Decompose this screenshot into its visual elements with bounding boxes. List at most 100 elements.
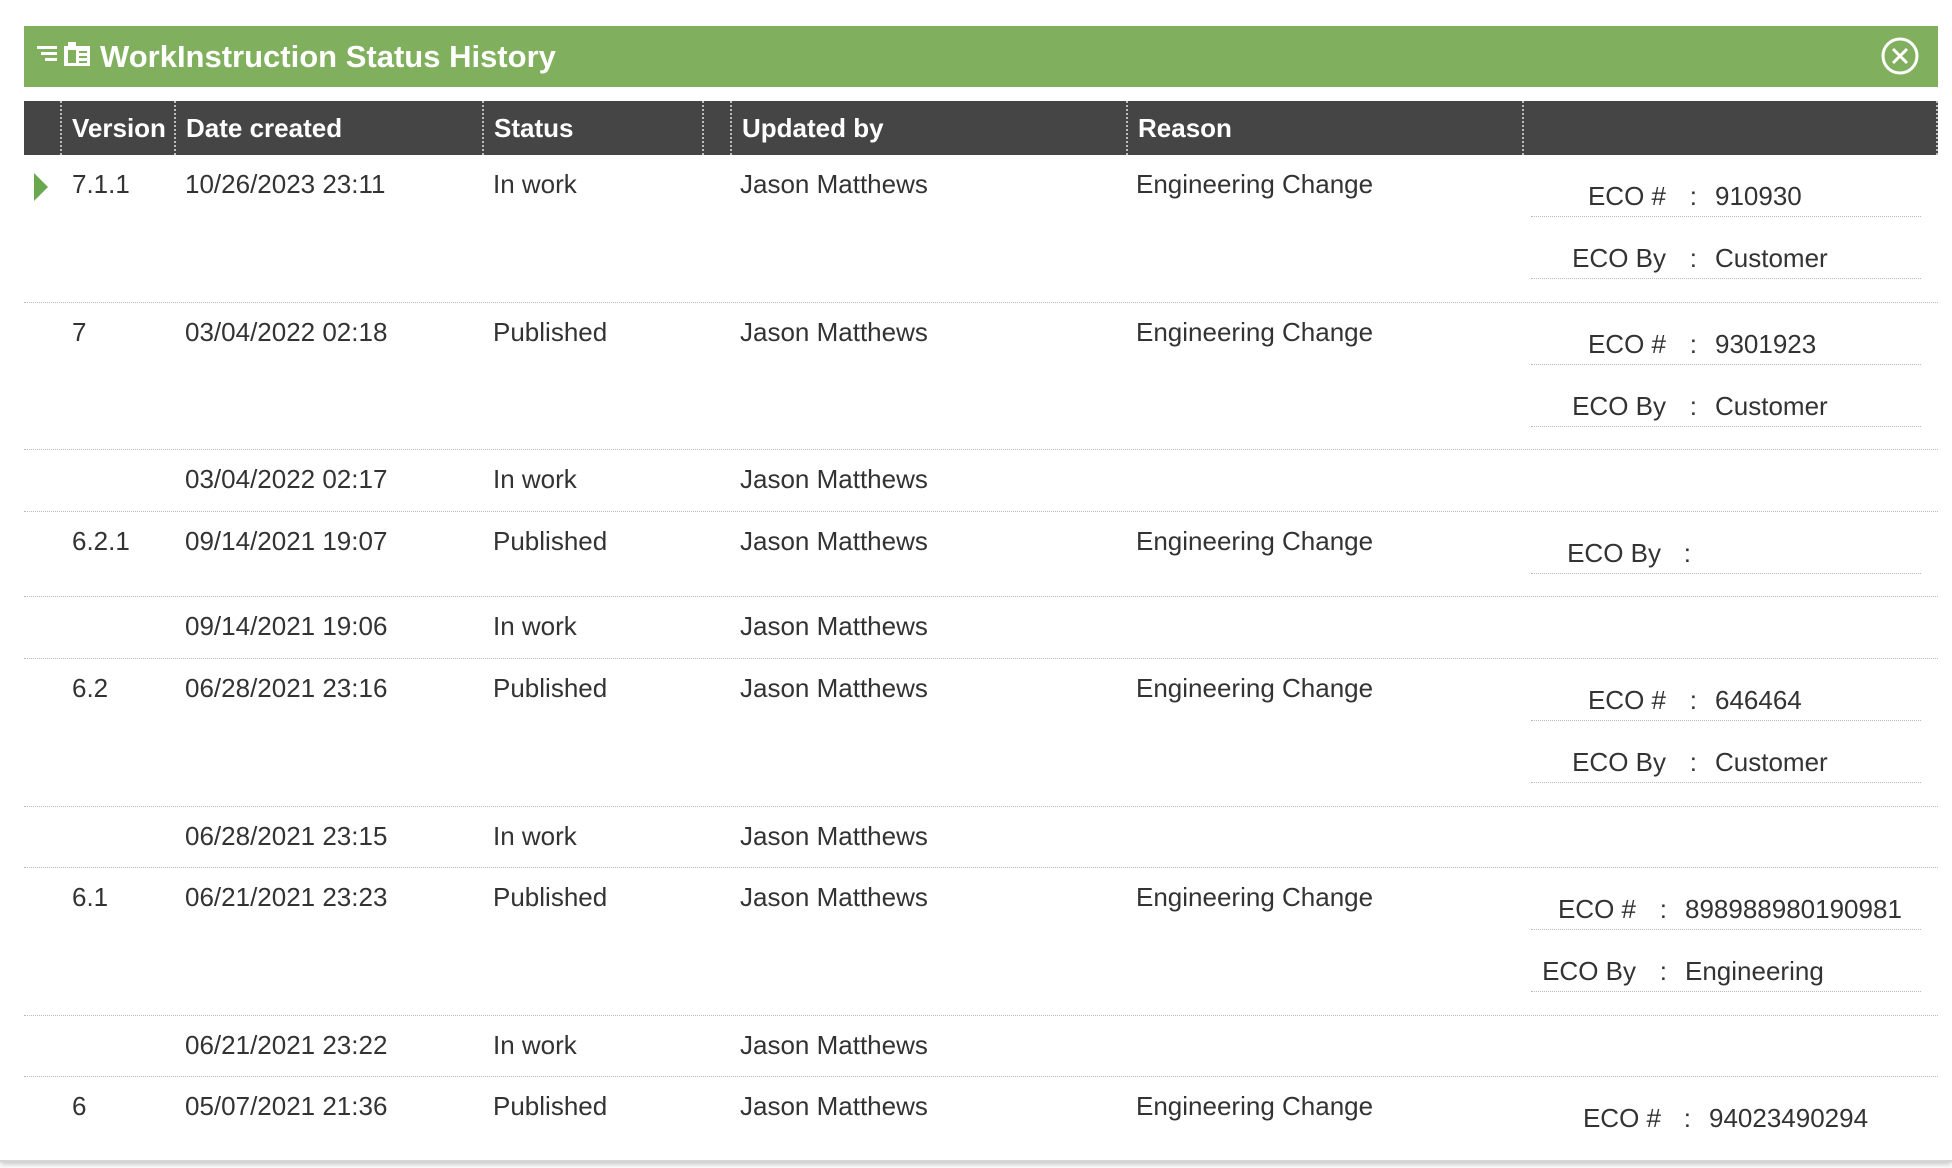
separator: :: [1689, 391, 1697, 421]
close-button[interactable]: [1880, 36, 1920, 76]
header-row-indicator: [24, 101, 62, 155]
eco-by-line: ECO By : Customer: [1531, 217, 1921, 279]
eco-details: ECO By :: [1531, 512, 1921, 574]
updated-by-cell: Jason Matthews: [740, 673, 928, 703]
date-cell: 06/21/2021 23:23: [185, 882, 388, 912]
eco-details: ECO # : 910930 ECO By : Customer: [1531, 155, 1921, 279]
close-circle-icon[interactable]: [1880, 36, 1920, 76]
eco-by-line: ECO By :: [1531, 512, 1921, 574]
document-icon: [62, 40, 92, 73]
column-header-details: [1524, 101, 1938, 155]
status-cell: Published: [493, 317, 608, 347]
updated-by-cell: Jason Matthews: [740, 1030, 928, 1060]
status-cell: In work: [493, 169, 577, 199]
separator: :: [1659, 894, 1667, 924]
table-header: Version Date created Status Updated by R…: [24, 101, 1938, 155]
eco-number-label: ECO #: [1587, 181, 1666, 211]
updated-by-cell: Jason Matthews: [740, 1091, 928, 1121]
eco-by-line: ECO By : Customer: [1531, 721, 1921, 783]
version-cell: 7.1.1: [72, 169, 130, 199]
column-header-reason[interactable]: Reason: [1128, 101, 1524, 155]
table-row[interactable]: 7.1.1 10/26/2023 23:11 In work Jason Mat…: [24, 155, 1938, 303]
eco-details: ECO # : 646464 ECO By : Customer: [1531, 659, 1921, 783]
dialog-title: WorkInstruction Status History: [100, 38, 556, 74]
eco-number-label: ECO #: [1587, 685, 1666, 715]
date-cell: 03/04/2022 02:18: [185, 317, 388, 347]
reason-cell: Engineering Change: [1136, 317, 1374, 347]
updated-by-cell: Jason Matthews: [740, 821, 928, 851]
date-cell: 03/04/2022 02:17: [185, 464, 388, 494]
date-cell: 09/14/2021 19:07: [185, 526, 388, 556]
eco-number-line: ECO # : 94023490294: [1531, 1077, 1921, 1139]
separator: :: [1689, 329, 1697, 359]
eco-by-label: ECO By: [1567, 538, 1661, 568]
date-cell: 09/14/2021 19:06: [185, 611, 388, 641]
column-header-status[interactable]: Status: [484, 101, 704, 155]
date-cell: 06/28/2021 23:16: [185, 673, 388, 703]
updated-by-cell: Jason Matthews: [740, 526, 928, 556]
current-row-arrow-icon: [34, 173, 48, 201]
table-row[interactable]: 06/28/2021 23:15 In work Jason Matthews: [24, 807, 1938, 868]
separator: :: [1689, 181, 1697, 211]
eco-by-line: ECO By : Customer: [1531, 365, 1921, 427]
separator: :: [1689, 243, 1697, 273]
eco-details: ECO # : 94023490294: [1531, 1077, 1921, 1139]
updated-by-cell: Jason Matthews: [740, 611, 928, 641]
eco-by-label: ECO By: [1542, 956, 1636, 986]
updated-by-cell: Jason Matthews: [740, 317, 928, 347]
status-cell: Published: [493, 526, 608, 556]
separator: :: [1683, 1103, 1691, 1133]
eco-by-value: Customer: [1715, 243, 1828, 273]
date-cell: 10/26/2023 23:11: [185, 169, 386, 199]
history-table: Version Date created Status Updated by R…: [24, 101, 1938, 1167]
date-cell: 06/21/2021 23:22: [185, 1030, 388, 1060]
eco-details: ECO # : 9301923 ECO By : Customer: [1531, 303, 1921, 427]
eco-by-label: ECO By: [1572, 243, 1666, 273]
column-header-date-created[interactable]: Date created: [176, 101, 484, 155]
collapse-lines-icon[interactable]: [36, 41, 58, 72]
eco-number-label: ECO #: [1557, 894, 1636, 924]
separator: :: [1659, 956, 1667, 986]
eco-by-value: Engineering: [1685, 956, 1824, 986]
date-cell: 06/28/2021 23:15: [185, 821, 388, 851]
separator: :: [1689, 747, 1697, 777]
eco-by-label: ECO By: [1572, 391, 1666, 421]
status-cell: In work: [493, 464, 577, 494]
table-row[interactable]: 6 05/07/2021 21:36 Published Jason Matth…: [24, 1077, 1938, 1167]
version-cell: 6: [72, 1091, 87, 1121]
version-cell: 7: [72, 317, 87, 347]
eco-details: ECO # : 898988980190981 ECO By : Enginee…: [1531, 868, 1921, 992]
eco-number-value: 9301923: [1715, 329, 1817, 359]
eco-number-line: ECO # : 910930: [1531, 155, 1921, 217]
status-history-dialog: WorkInstruction Status History Version D…: [0, 0, 1952, 1162]
column-header-version[interactable]: Version: [62, 101, 176, 155]
table-row[interactable]: 6.2.1 09/14/2021 19:07 Published Jason M…: [24, 512, 1938, 597]
table-row[interactable]: 7 03/04/2022 02:18 Published Jason Matth…: [24, 303, 1938, 450]
reason-cell: Engineering Change: [1136, 1091, 1374, 1121]
separator: :: [1683, 538, 1691, 568]
table-row[interactable]: 06/21/2021 23:22 In work Jason Matthews: [24, 1016, 1938, 1077]
eco-by-value: Customer: [1715, 747, 1828, 777]
separator: :: [1689, 685, 1697, 715]
table-row[interactable]: 09/14/2021 19:06 In work Jason Matthews: [24, 597, 1938, 659]
eco-number-label: ECO #: [1582, 1103, 1661, 1133]
status-cell: In work: [493, 611, 577, 641]
column-header-updated-by[interactable]: Updated by: [732, 101, 1128, 155]
date-cell: 05/07/2021 21:36: [185, 1091, 388, 1121]
table-row[interactable]: 6.1 06/21/2021 23:23 Published Jason Mat…: [24, 868, 1938, 1016]
updated-by-cell: Jason Matthews: [740, 882, 928, 912]
dialog-titlebar: WorkInstruction Status History: [24, 26, 1938, 87]
reason-cell: Engineering Change: [1136, 673, 1374, 703]
eco-number-label: ECO #: [1587, 329, 1666, 359]
eco-number-line: ECO # : 9301923: [1531, 303, 1921, 365]
eco-by-line: ECO By : Engineering: [1531, 930, 1921, 992]
column-header-spacer: [704, 101, 732, 155]
version-cell: 6.2: [72, 673, 109, 703]
table-row[interactable]: 03/04/2022 02:17 In work Jason Matthews: [24, 450, 1938, 512]
updated-by-cell: Jason Matthews: [740, 169, 928, 199]
status-cell: Published: [493, 1091, 608, 1121]
status-cell: In work: [493, 821, 577, 851]
eco-number-line: ECO # : 898988980190981: [1531, 868, 1921, 930]
table-row[interactable]: 6.2 06/28/2021 23:16 Published Jason Mat…: [24, 659, 1938, 807]
updated-by-cell: Jason Matthews: [740, 464, 928, 494]
